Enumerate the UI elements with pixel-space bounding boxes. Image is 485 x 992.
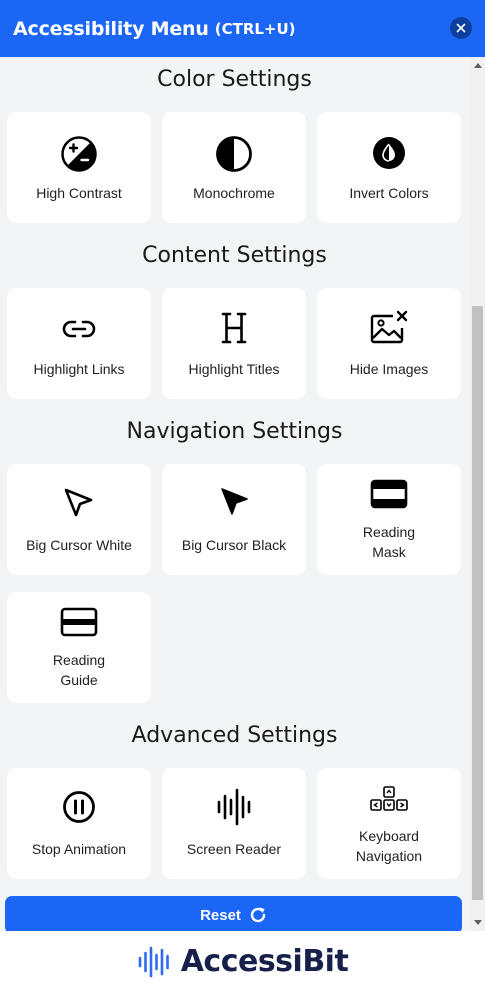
settings-panel[interactable]: Color Settings High Contrast Monochrome [0,57,485,931]
menu-shortcut: (CTRL+U) [214,19,296,38]
highlight-titles-label: Highlight Titles [188,361,280,377]
sound-wave-icon [215,788,253,826]
close-button[interactable] [450,17,472,39]
big-cursor-black-button[interactable]: Big Cursor Black [162,464,306,575]
big-cursor-white-label: Big Cursor White [26,537,132,553]
contrast-plus-minus-icon [60,135,98,173]
menu-header: Accessibility Menu (CTRL+U) [0,0,485,57]
screen-reader-button[interactable]: Screen Reader [162,768,306,879]
section-title-advanced: Advanced Settings [131,723,338,748]
sound-wave-logo-icon [138,946,169,977]
reading-mask-label-line2: Mask [372,544,406,560]
keyboard-icon [369,785,409,813]
reading-guide-label-line1: Reading [52,652,106,668]
highlight-links-button[interactable]: Highlight Links [7,288,151,399]
high-contrast-button[interactable]: High Contrast [7,112,151,223]
scroll-down-arrow-icon[interactable] [474,920,482,925]
reading-mask-label-line1: Reading [362,524,416,540]
big-cursor-black-label: Big Cursor Black [181,537,287,553]
reading-guide-icon [60,607,98,637]
screen-reader-label: Screen Reader [186,841,282,857]
reset-button[interactable]: Reset [5,896,462,931]
brand-name: AccessiBit [180,944,349,979]
close-icon [456,23,466,33]
section-title-navigation: Navigation Settings [126,419,343,444]
footer-branding: AccessiBit [0,931,485,992]
cursor-black-icon [217,486,251,520]
big-cursor-white-button[interactable]: Big Cursor White [7,464,151,575]
invert-colors-label: Invert Colors [349,185,429,201]
invert-colors-button[interactable]: Invert Colors [317,112,461,223]
reading-mask-icon [370,479,408,509]
invert-colors-icon [371,135,407,171]
image-off-icon [369,310,409,346]
reading-guide-label-line2: Guide [60,672,98,688]
highlight-links-label: Highlight Links [33,361,125,377]
link-icon [61,314,97,344]
menu-title: Accessibility Menu [13,17,209,40]
highlight-titles-button[interactable]: Highlight Titles [162,288,306,399]
monochrome-label: Monochrome [193,185,275,201]
monochrome-button[interactable]: Monochrome [162,112,306,223]
hide-images-label: Hide Images [349,361,429,377]
stop-animation-button[interactable]: Stop Animation [7,768,151,879]
panel-scrollbar[interactable] [470,57,485,931]
heading-icon [219,311,249,345]
reading-mask-button[interactable]: Reading Mask [317,464,461,575]
stop-animation-label: Stop Animation [31,841,127,857]
scroll-thumb[interactable] [472,306,483,900]
half-circle-icon [215,135,253,173]
refresh-icon [250,907,266,923]
high-contrast-label: High Contrast [36,185,122,201]
keyboard-navigation-label: Keyboard Navigation [321,826,457,866]
scroll-up-arrow-icon[interactable] [474,63,482,68]
reset-label: Reset [200,906,241,924]
section-title-color: Color Settings [157,67,312,92]
keyboard-navigation-button[interactable]: Keyboard Navigation [317,768,461,879]
reading-mask-label: Reading Mask [321,522,457,562]
keyboard-navigation-label-line2: Navigation [355,848,423,864]
hide-images-button[interactable]: Hide Images [317,288,461,399]
reading-guide-button[interactable]: Reading Guide [7,592,151,703]
reading-guide-label: Reading Guide [11,650,147,690]
cursor-white-icon [62,486,96,520]
pause-icon [62,790,96,824]
keyboard-navigation-label-line1: Keyboard [359,828,419,844]
section-title-content: Content Settings [142,243,327,268]
